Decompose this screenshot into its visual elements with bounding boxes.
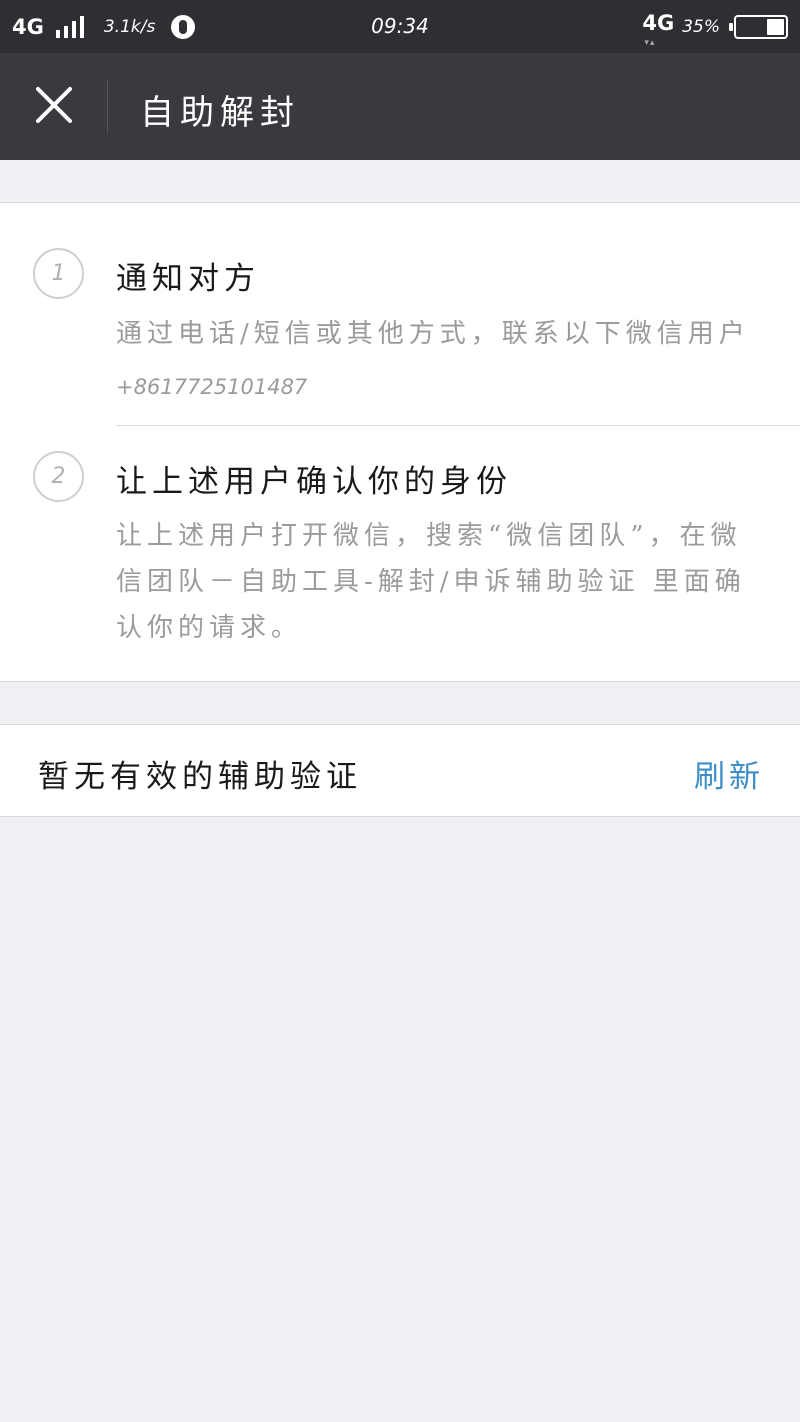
refresh-button[interactable]: 刷新 [694,751,764,796]
battery-percent: 35% [682,16,720,37]
data-network-indicator: 4G [642,13,674,49]
network-speed: 3.1k/s [103,16,156,37]
title-divider [107,80,108,134]
battery-level [766,18,784,35]
step-description: 通过电话/短信或其他方式，联系以下微信用户 [116,319,750,349]
network-type-indicator: 4G [12,14,44,39]
app-notification-icon [171,14,196,39]
contact-phone: +8617725101487 [116,375,308,399]
assist-status-text: 暂无有效的辅助验证 [38,759,362,795]
step-title: 通知对方 [116,261,260,297]
step-title: 让上述用户确认你的身份 [116,464,512,500]
step-number-badge: 1 [33,248,84,299]
title-bar: 自助解封 [0,53,800,160]
assist-verification-row: 暂无有效的辅助验证 刷新 [0,724,800,817]
battery-icon [729,14,788,39]
page-title: 自助解封 [140,93,300,133]
close-button[interactable] [24,75,84,135]
status-bar-left: 4G 3.1k/s [12,0,196,53]
step-divider [116,425,800,426]
step-description: 让上述用户打开微信，搜索“微信团队”，在微信团队－自助工具-解封/申诉辅助验证 … [116,521,746,643]
step-number-badge: 2 [33,451,84,502]
signal-strength-icon [55,15,84,38]
status-bar-right: 4G 35% [642,0,788,53]
close-icon [36,87,72,123]
steps-card: 1 通知对方 通过电话/短信或其他方式，联系以下微信用户 +8617725101… [0,202,800,682]
status-bar: 4G 3.1k/s 09:34 4G 35% [0,0,800,53]
